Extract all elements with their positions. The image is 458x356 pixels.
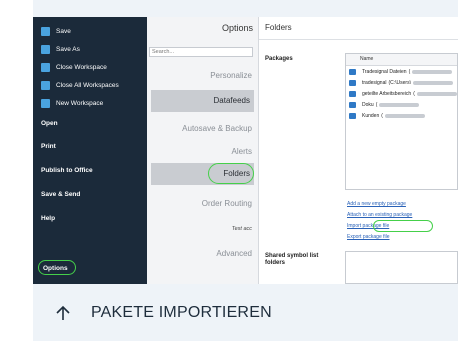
add-new-package-link[interactable]: Add a new empty package — [347, 201, 406, 207]
nav-item-close-all-workspaces[interactable]: Close All Workspaces — [41, 78, 119, 92]
nav-item-label: Publish to Office — [41, 166, 93, 174]
package-path: ( — [408, 68, 411, 75]
nav-item-save[interactable]: Save — [41, 24, 71, 38]
shared-folders-label: Shared symbol list folders — [265, 253, 319, 266]
caption-text: PAKETE IMPORTIEREN — [91, 304, 272, 321]
nav-item-close-workspace[interactable]: Close Workspace — [41, 60, 107, 74]
folder-icon — [349, 90, 356, 97]
divider — [259, 39, 458, 40]
options-highlight-ring — [38, 260, 76, 275]
packages-label: Packages — [265, 56, 293, 62]
options-title: Options — [221, 23, 253, 33]
option-datafeeds[interactable]: Datafeeds — [151, 90, 254, 112]
package-path: ( — [381, 112, 383, 119]
arrow-up-icon — [56, 305, 70, 320]
save-icon — [41, 26, 50, 36]
list-item[interactable]: Tradesignal Dateien ( — [346, 66, 457, 77]
list-header-name[interactable]: Name — [346, 54, 457, 66]
attach-package-link[interactable]: Attach to an existing package — [347, 212, 412, 218]
save-as-icon — [41, 44, 50, 54]
list-item[interactable]: Kunden ( — [346, 110, 457, 121]
close-workspace-icon — [41, 62, 50, 72]
folder-icon — [349, 79, 356, 86]
option-autosave-backup[interactable]: Autosave & Backup — [182, 124, 252, 133]
nav-item-help[interactable]: Help — [41, 211, 55, 225]
redacted-path — [384, 113, 425, 118]
package-path: ( — [413, 90, 415, 97]
nav-item-label: Close All Workspaces — [56, 81, 119, 89]
nav-item-save-and-send[interactable]: Save & Send — [41, 187, 80, 201]
option-advanced[interactable]: Advanced — [216, 249, 252, 258]
list-item[interactable]: geteilte Arbeitsbereich ( — [346, 88, 457, 99]
nav-item-new-workspace[interactable]: New Workspace — [41, 96, 103, 110]
nav-item-label: Help — [41, 214, 56, 222]
package-name: Doku — [362, 101, 374, 108]
nav-item-label: Save — [56, 27, 71, 35]
nav-item-label: Save As — [56, 45, 80, 53]
options-screenshot: Save Save As Close Workspace Close All W… — [33, 17, 458, 284]
nav-item-label: Close Workspace — [56, 63, 107, 71]
package-path: (C:\Users\ — [388, 79, 411, 86]
new-workspace-icon — [41, 98, 50, 108]
caption: PAKETE IMPORTIEREN — [55, 304, 272, 322]
package-name: Kunden — [362, 112, 380, 119]
nav-item-label: Save & Send — [41, 190, 81, 198]
folders-highlight-ring — [208, 163, 254, 184]
options-category-list: Options Search... Personalize Datafeeds … — [147, 17, 259, 284]
export-package-link[interactable]: Export package file — [347, 234, 390, 240]
folder-icon — [349, 101, 356, 108]
nav-item-print[interactable]: Print — [41, 139, 56, 153]
nav-item-label: Print — [41, 142, 56, 150]
folder-icon — [349, 112, 356, 119]
panel-title: Folders — [265, 23, 292, 32]
nav-item-open[interactable]: Open — [41, 116, 58, 130]
nav-item-label: Open — [41, 119, 58, 127]
option-test-acc[interactable]: Test acc — [232, 226, 252, 232]
list-item[interactable]: Doku ( — [346, 99, 457, 110]
folder-icon — [349, 68, 356, 75]
package-name: geteilte Arbeitsbereich — [362, 90, 412, 97]
option-alerts[interactable]: Alerts — [232, 147, 252, 156]
option-personalize[interactable]: Personalize — [210, 71, 252, 80]
help-card: Save Save As Close Workspace Close All W… — [33, 0, 458, 341]
close-all-workspaces-icon — [41, 80, 50, 90]
folders-panel: Folders Packages Name Tradesignal Dateie… — [259, 17, 458, 284]
options-search-input[interactable]: Search... — [149, 47, 253, 57]
nav-item-label: New Workspace — [56, 99, 104, 107]
redacted-path — [412, 80, 453, 85]
backstage-menu: Save Save As Close Workspace Close All W… — [33, 17, 147, 284]
list-item[interactable]: tradesignal (C:\Users\ — [346, 77, 457, 88]
redacted-path — [412, 69, 453, 74]
packages-list[interactable]: Name Tradesignal Dateien ( tradesignal (… — [345, 53, 458, 190]
package-path: ( — [375, 101, 378, 108]
import-highlight-ring — [373, 220, 433, 232]
package-name: tradesignal — [362, 79, 387, 86]
shared-folders-list[interactable] — [345, 251, 458, 284]
redacted-path — [416, 91, 457, 96]
redacted-path — [379, 102, 420, 107]
nav-item-save-as[interactable]: Save As — [41, 42, 80, 56]
nav-item-publish-to-office[interactable]: Publish to Office — [41, 163, 93, 177]
package-name: Tradesignal Dateien — [362, 68, 407, 75]
option-order-routing[interactable]: Order Routing — [202, 199, 252, 208]
